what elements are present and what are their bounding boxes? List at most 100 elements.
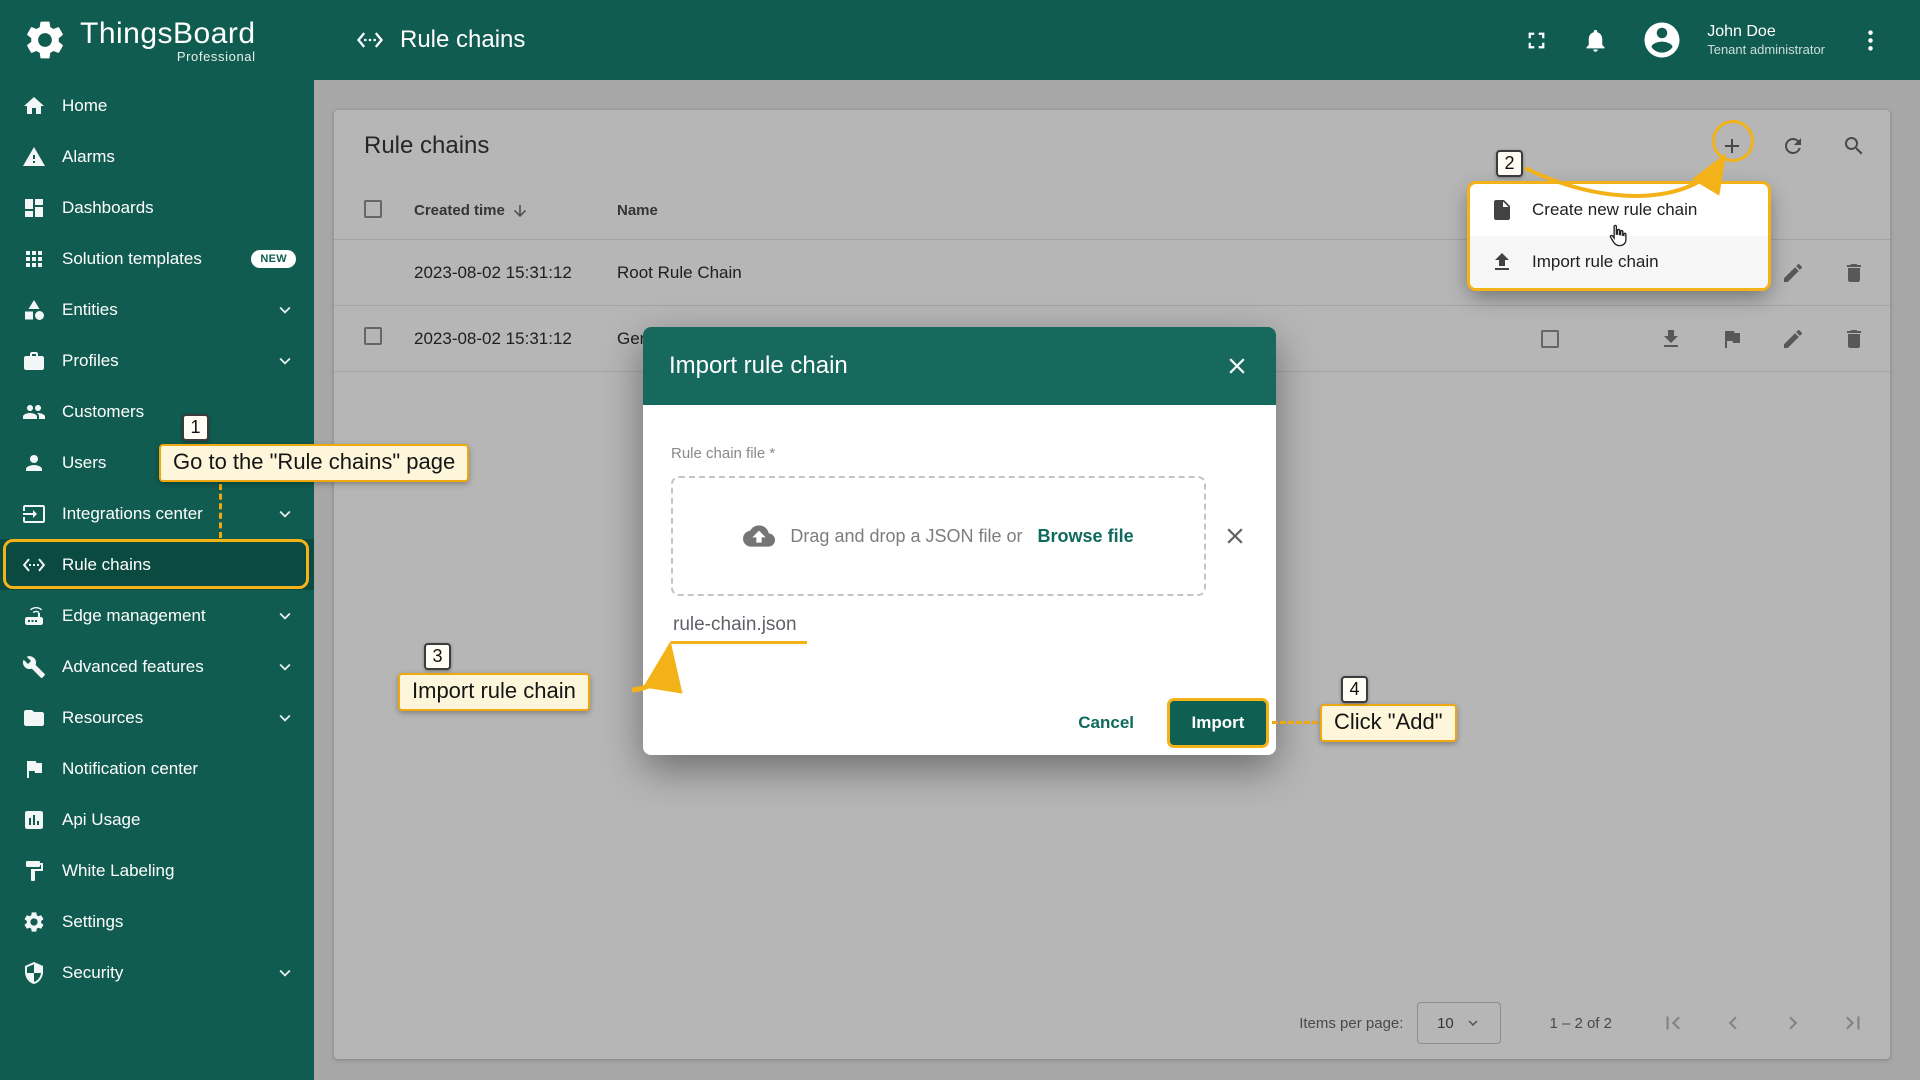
add-button-highlight-ring	[1712, 120, 1754, 162]
chevron-down-icon	[274, 707, 296, 729]
step-3-label: Import rule chain	[398, 673, 590, 711]
step-1-badge: 1	[182, 414, 209, 441]
sidebar-item-label: Alarms	[62, 147, 115, 167]
chevron-down-icon	[274, 656, 296, 678]
notifications-bell-icon[interactable]	[1582, 27, 1609, 54]
dropzone-text: Drag and drop a JSON file or	[790, 526, 1022, 547]
chevron-down-icon	[274, 962, 296, 984]
sidebar-item-label: Advanced features	[62, 657, 204, 677]
hand-cursor-icon	[1604, 222, 1631, 249]
wrench-icon	[22, 655, 46, 679]
new-badge: NEW	[251, 250, 296, 268]
step-1-connector	[219, 484, 222, 538]
dialog-header: Import rule chain	[643, 327, 1276, 405]
cancel-button[interactable]: Cancel	[1072, 705, 1140, 741]
folder-icon	[22, 706, 46, 730]
chevron-down-icon	[274, 350, 296, 372]
home-icon	[22, 94, 46, 118]
sidebar-item-dashboards[interactable]: Dashboards	[0, 182, 314, 233]
step-2-badge: 2	[1496, 150, 1523, 177]
rule-chains-highlight-outline	[3, 539, 309, 589]
sidebar-item-alarms[interactable]: Alarms	[0, 131, 314, 182]
dialog-title: Import rule chain	[669, 352, 848, 380]
edge-router-icon	[22, 604, 46, 628]
user-role: Tenant administrator	[1707, 42, 1825, 58]
fullscreen-icon[interactable]	[1523, 27, 1550, 54]
sidebar-item-label: Integrations center	[62, 504, 203, 524]
dashboards-icon	[22, 196, 46, 220]
sidebar-item-api-usage[interactable]: Api Usage	[0, 794, 314, 845]
integrations-icon	[22, 502, 46, 526]
import-button[interactable]: Import	[1170, 701, 1266, 745]
browse-file-button[interactable]: Browse file	[1038, 526, 1134, 547]
sidebar-item-label: White Labeling	[62, 861, 174, 881]
users-icon	[22, 451, 46, 475]
dialog-body: Rule chain file * Drag and drop a JSON f…	[643, 405, 1276, 755]
sidebar-item-label: Resources	[62, 708, 143, 728]
sidebar-item-settings[interactable]: Settings	[0, 896, 314, 947]
file-field-label: Rule chain file *	[671, 405, 1248, 462]
profiles-icon	[22, 349, 46, 373]
upload-icon	[1490, 250, 1514, 274]
sidebar-item-label: Notification center	[62, 759, 198, 779]
step-4-label: Click "Add"	[1320, 704, 1457, 742]
sidebar-item-solution-templates[interactable]: Solution templatesNEW	[0, 233, 314, 284]
clear-file-icon[interactable]	[1222, 523, 1248, 549]
sidebar-item-customers[interactable]: Customers	[0, 386, 314, 437]
step-3-badge: 3	[424, 643, 451, 670]
sidebar-item-label: Api Usage	[62, 810, 140, 830]
chevron-down-icon	[274, 605, 296, 627]
selected-file-name: rule-chain.json	[671, 614, 807, 644]
file-icon	[1490, 198, 1514, 222]
thingsboard-logo-icon	[22, 17, 68, 63]
dialog-actions: Cancel Import	[1072, 701, 1266, 745]
kebab-menu-icon[interactable]	[1857, 27, 1884, 54]
flag-icon	[22, 757, 46, 781]
sidebar-item-security[interactable]: Security	[0, 947, 314, 998]
brand-block: ThingsBoard Professional	[80, 17, 256, 64]
sidebar-item-entities[interactable]: Entities	[0, 284, 314, 335]
sidebar-item-white-labeling[interactable]: White Labeling	[0, 845, 314, 896]
avatar[interactable]	[1641, 19, 1683, 61]
sidebar-item-label: Entities	[62, 300, 118, 320]
header-actions: John Doe Tenant administrator	[1523, 19, 1884, 61]
step-1-label: Go to the "Rule chains" page	[159, 444, 469, 482]
sidebar-item-label: Customers	[62, 402, 144, 422]
step-4-badge: 4	[1341, 676, 1368, 703]
app-logo[interactable]: ThingsBoard Professional	[0, 0, 314, 80]
sidebar-item-label: Security	[62, 963, 123, 983]
sidebar-item-profiles[interactable]: Profiles	[0, 335, 314, 386]
step-4-connector	[1272, 721, 1318, 724]
customers-icon	[22, 400, 46, 424]
sidebar-item-label: Users	[62, 453, 106, 473]
sidebar-item-home[interactable]: Home	[0, 80, 314, 131]
sidebar-item-label: Edge management	[62, 606, 206, 626]
entities-icon	[22, 298, 46, 322]
chart-icon	[22, 808, 46, 832]
sidebar-item-notification-center[interactable]: Notification center	[0, 743, 314, 794]
sidebar-item-resources[interactable]: Resources	[0, 692, 314, 743]
menu-item-label: Import rule chain	[1532, 252, 1659, 272]
sidebar-item-label: Profiles	[62, 351, 119, 371]
user-info: John Doe Tenant administrator	[1707, 22, 1825, 58]
menu-item-label: Create new rule chain	[1532, 200, 1697, 220]
user-name: John Doe	[1707, 22, 1825, 42]
warning-icon	[22, 145, 46, 169]
apps-icon	[22, 247, 46, 271]
chevron-down-icon	[274, 299, 296, 321]
brand-subtitle: Professional	[177, 49, 256, 64]
sidebar-item-integrations-center[interactable]: Integrations center	[0, 488, 314, 539]
sidebar-item-advanced-features[interactable]: Advanced features	[0, 641, 314, 692]
file-drop-row: Drag and drop a JSON file or Browse file	[671, 476, 1248, 596]
close-icon[interactable]	[1224, 353, 1250, 379]
gear-icon	[22, 910, 46, 934]
chevron-down-icon	[274, 503, 296, 525]
sidebar-item-label: Settings	[62, 912, 123, 932]
brand-name: ThingsBoard	[80, 17, 256, 51]
sidebar-item-edge-management[interactable]: Edge management	[0, 590, 314, 641]
cloud-upload-icon	[743, 520, 775, 552]
file-dropzone[interactable]: Drag and drop a JSON file or Browse file	[671, 476, 1206, 596]
header: Rule chains John Doe Tenant administrato…	[314, 0, 1920, 80]
import-rule-chain-dialog: Import rule chain Rule chain file * Drag…	[643, 327, 1276, 755]
sidebar-item-label: Home	[62, 96, 107, 116]
